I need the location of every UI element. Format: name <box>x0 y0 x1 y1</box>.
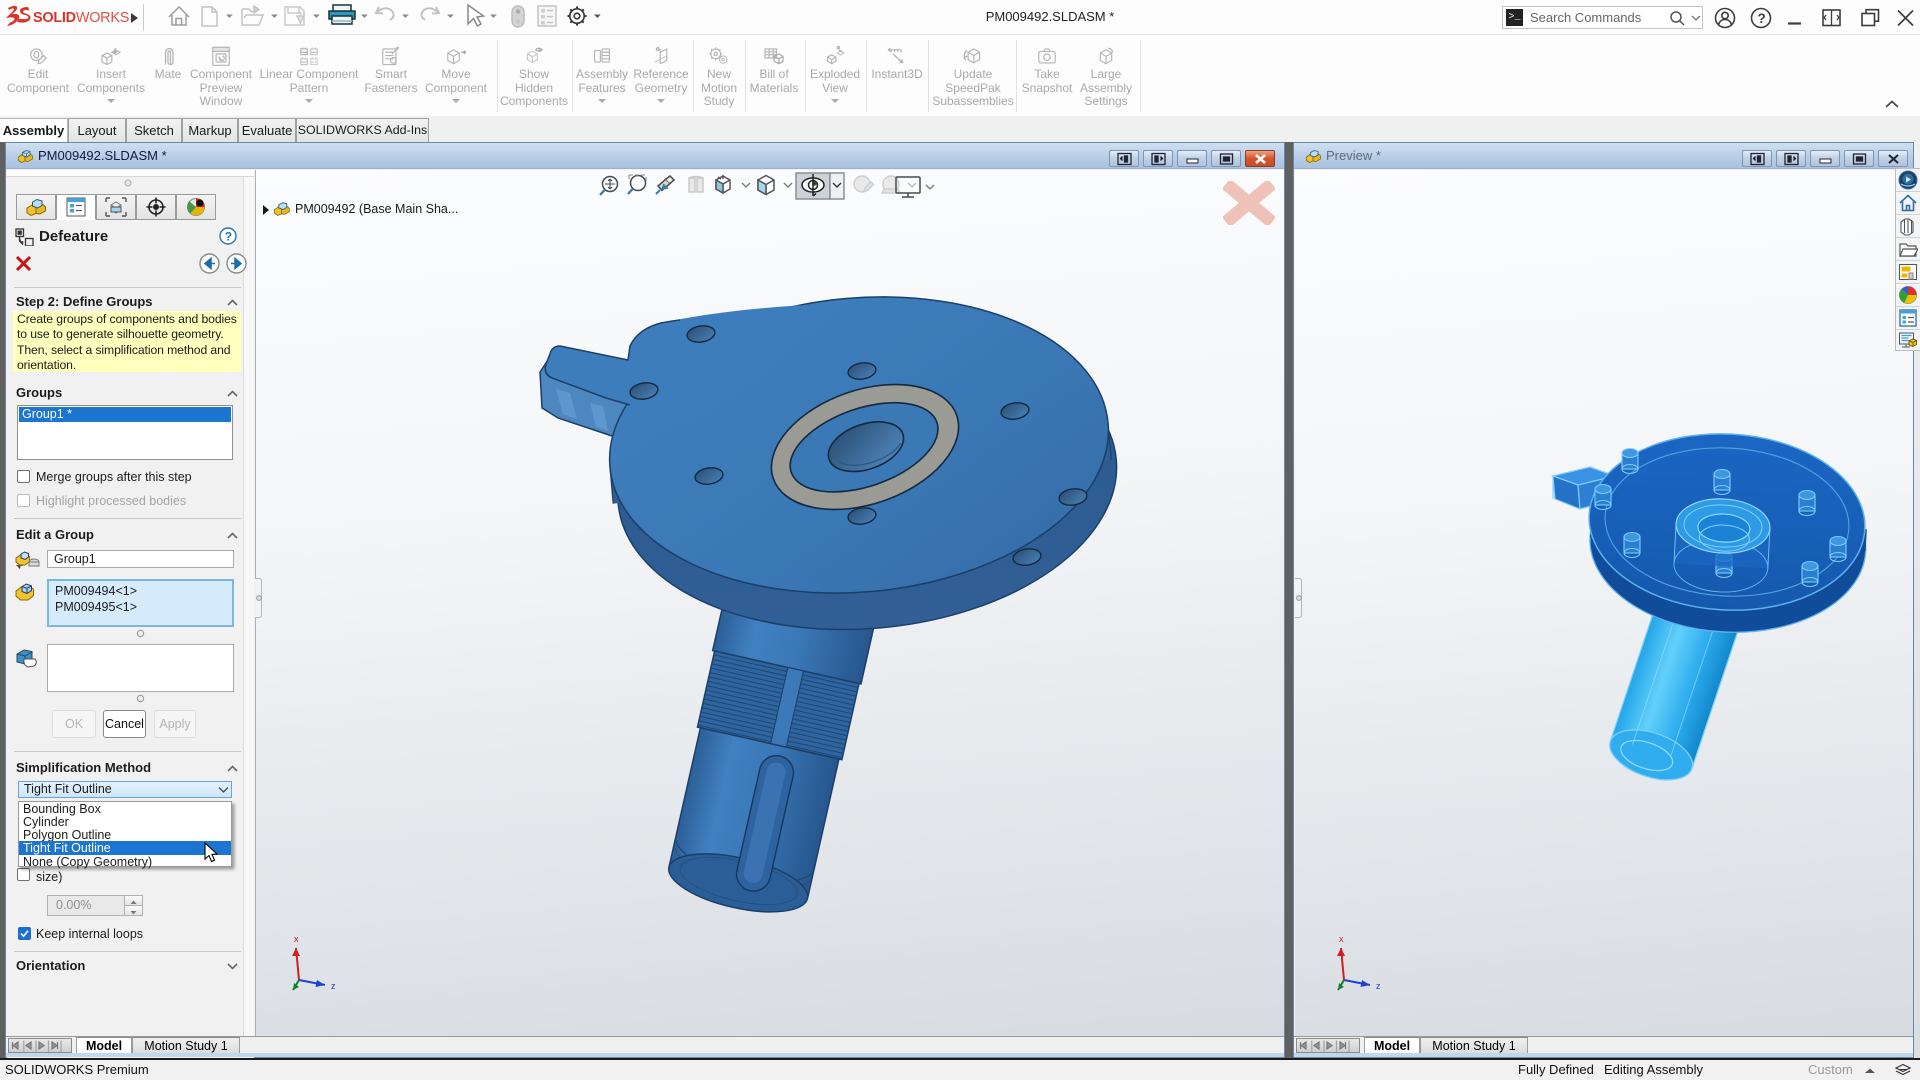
svg-text:x: x <box>294 934 299 944</box>
svg-text:z: z <box>1376 981 1381 991</box>
svg-text:SOLIDWORKS: SOLIDWORKS <box>33 10 129 26</box>
svg-text:?: ? <box>1758 11 1766 26</box>
svg-text:?: ? <box>225 229 232 243</box>
svg-text:x: x <box>1339 934 1344 944</box>
svg-text:z: z <box>331 981 336 991</box>
